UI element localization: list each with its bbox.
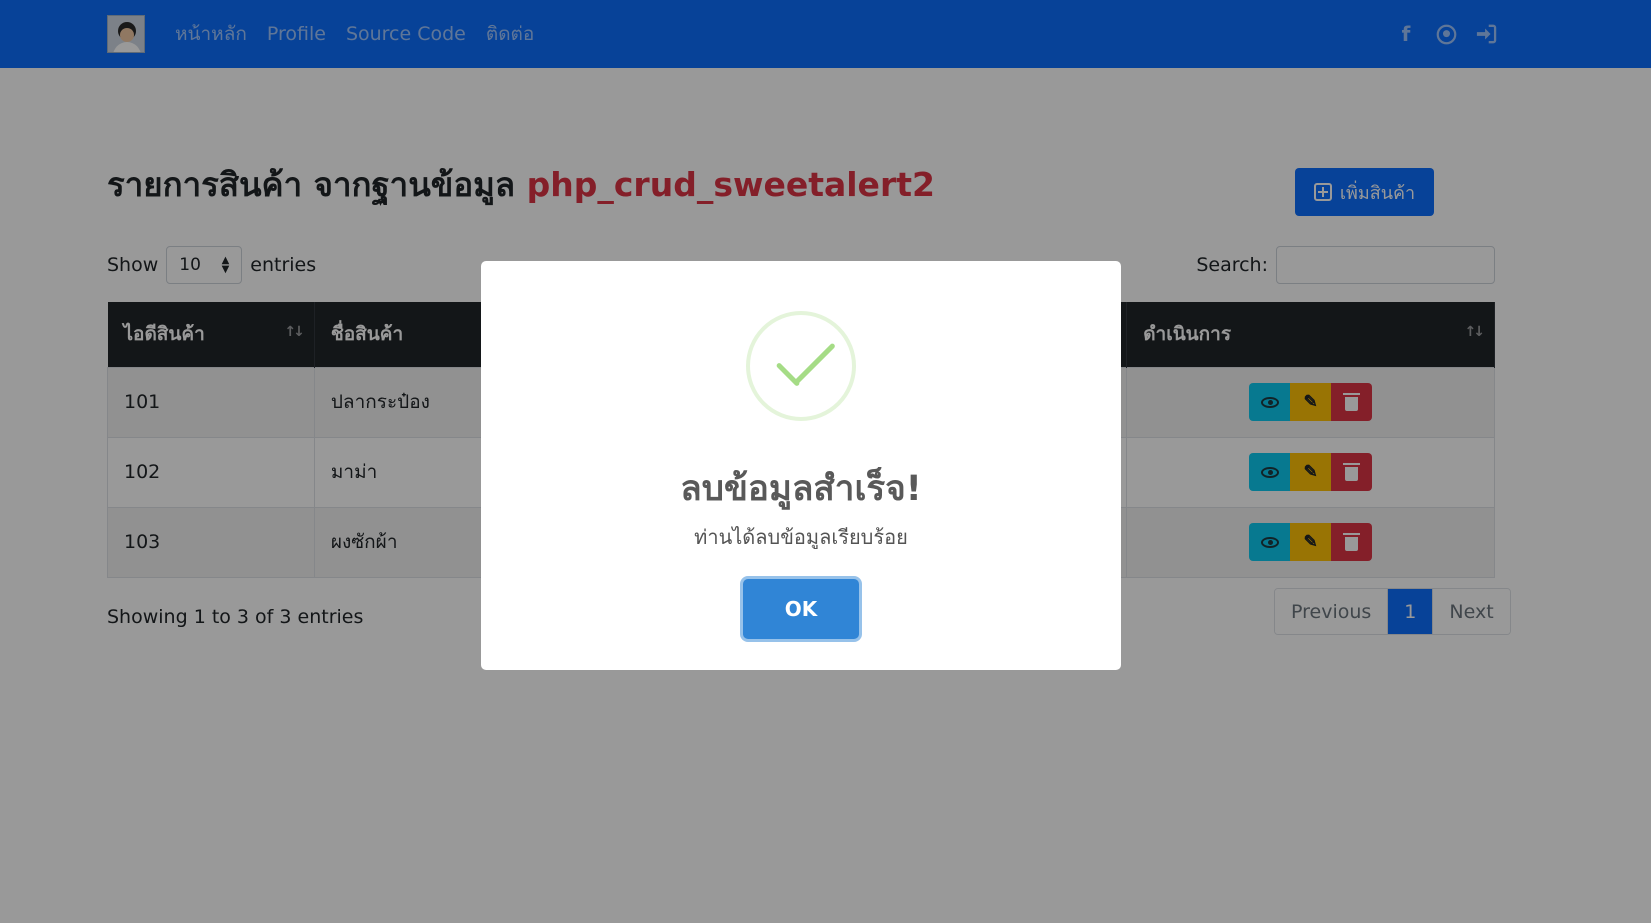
success-check-icon: [746, 311, 856, 421]
ok-button[interactable]: OK: [743, 579, 859, 639]
dialog-message: ท่านได้ลบข้อมูลเรียบร้อย: [694, 525, 908, 549]
dialog-title: ลบข้อมูลสำเร็จ!: [680, 469, 922, 509]
success-dialog: ลบข้อมูลสำเร็จ! ท่านได้ลบข้อมูลเรียบร้อย…: [481, 261, 1121, 670]
